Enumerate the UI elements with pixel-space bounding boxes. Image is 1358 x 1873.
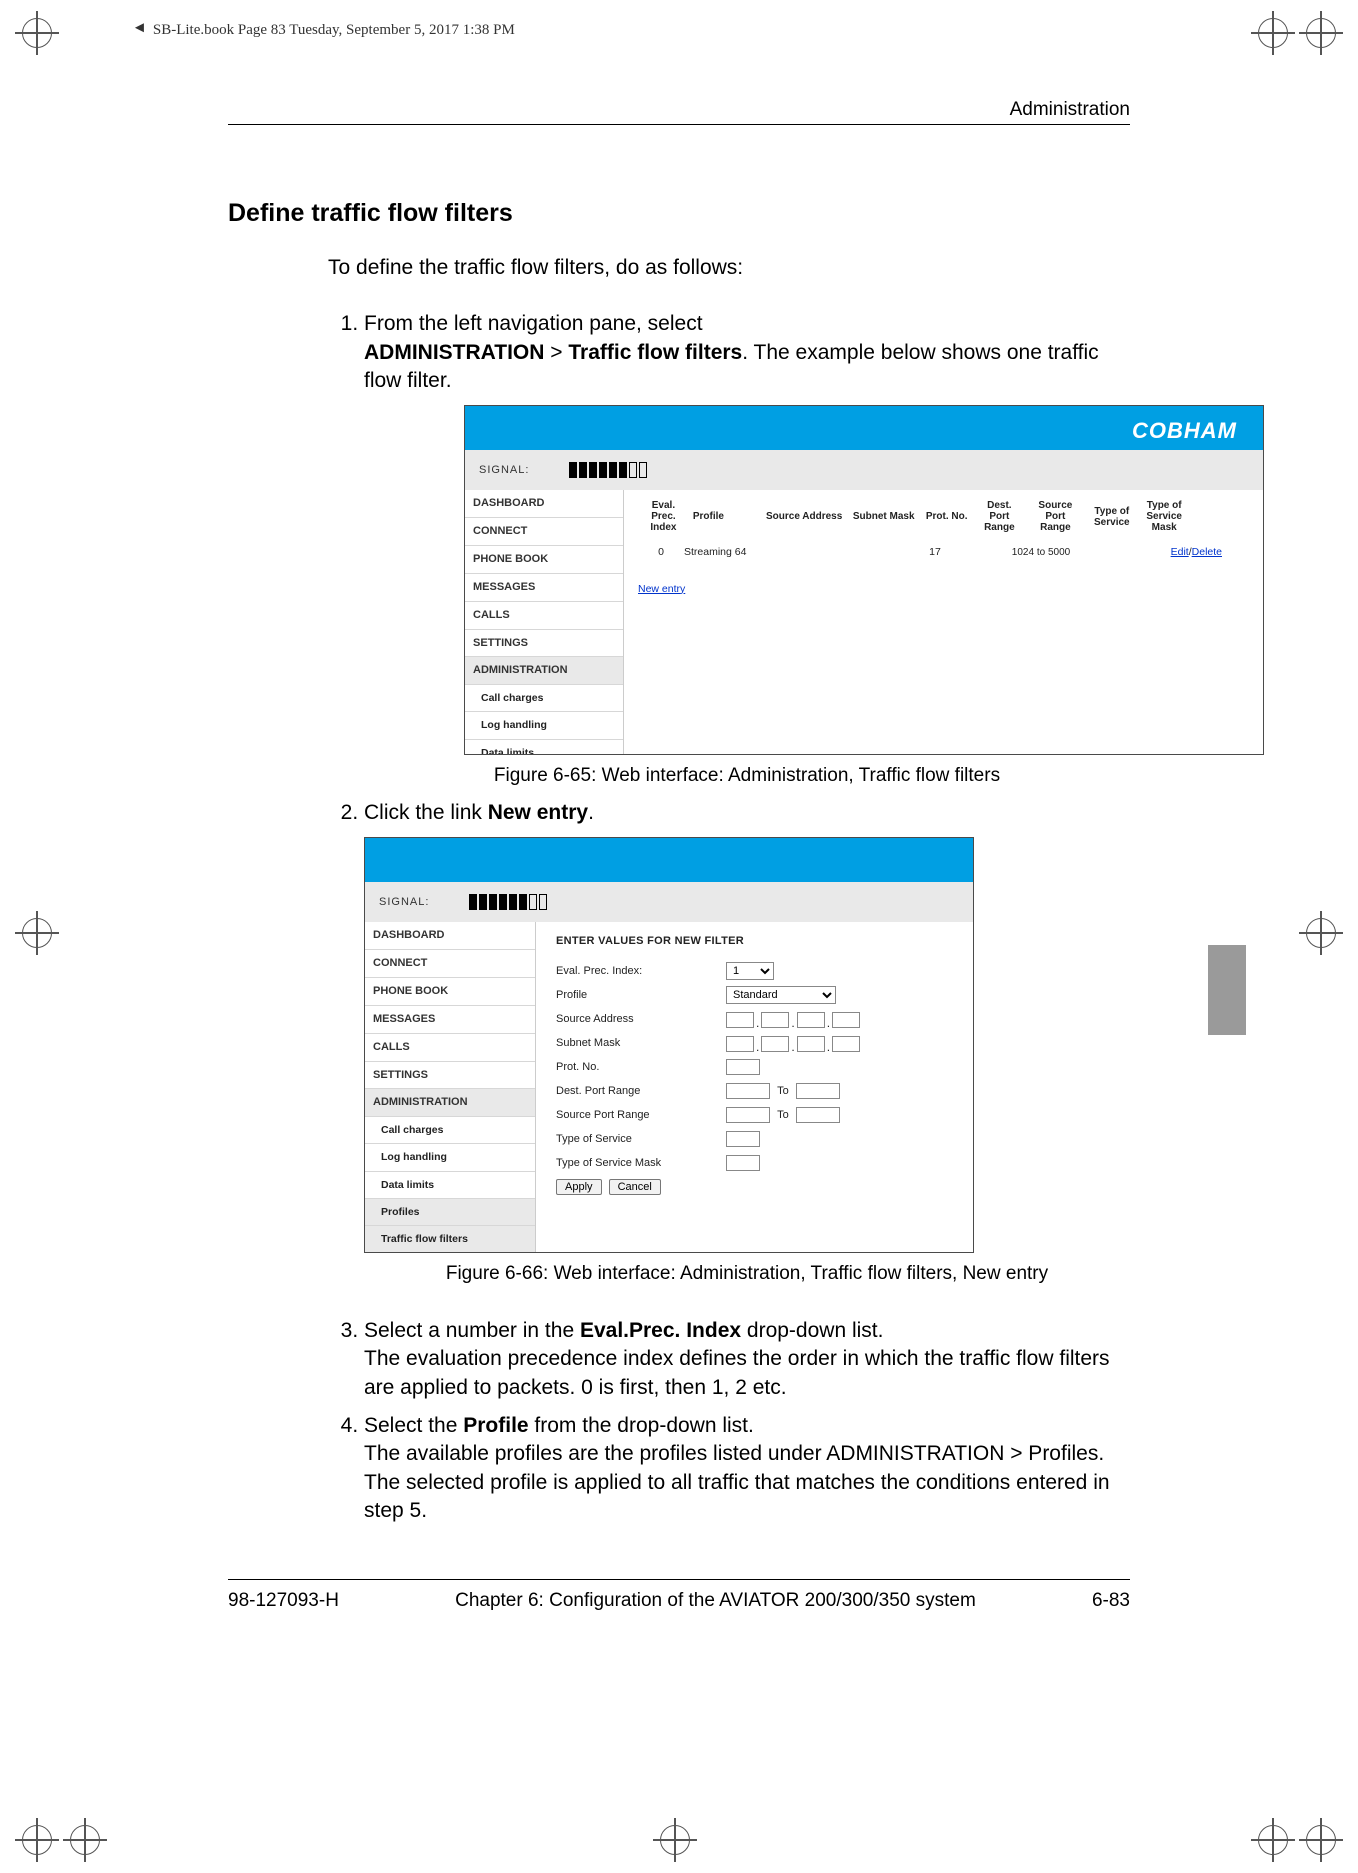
sport-from[interactable] bbox=[726, 1107, 770, 1123]
crop-mark-icon bbox=[22, 1825, 52, 1855]
signal-bars-icon bbox=[469, 894, 547, 910]
tos-input[interactable] bbox=[726, 1131, 760, 1147]
filters-table-row: 0 Streaming 64 17 1024 to 5000 E bbox=[638, 545, 1249, 559]
chapter-tab bbox=[1208, 945, 1246, 1035]
sport-to[interactable] bbox=[796, 1107, 840, 1123]
crop-mark-icon bbox=[1258, 1825, 1288, 1855]
crop-mark-icon bbox=[22, 918, 52, 948]
nav-log-handling[interactable]: Log handling bbox=[365, 1144, 535, 1171]
page-footer: 98-127093-H Chapter 6: Configuration of … bbox=[228, 1590, 1130, 1612]
nav-data-limits[interactable]: Data limits bbox=[465, 740, 623, 756]
prot-no-input[interactable] bbox=[726, 1059, 760, 1075]
nav-phone-book[interactable]: PHONE BOOK bbox=[365, 978, 535, 1006]
new-entry-link[interactable]: New entry bbox=[638, 582, 1249, 596]
label-source-address: Source Address bbox=[556, 1012, 726, 1027]
nav-dashboard[interactable]: DASHBOARD bbox=[465, 490, 623, 518]
nav-traffic-flow-filters[interactable]: Traffic flow filters bbox=[365, 1226, 535, 1253]
app-header-bar bbox=[365, 838, 973, 882]
signal-label: SIGNAL: bbox=[479, 463, 529, 478]
nav-settings[interactable]: SETTINGS bbox=[365, 1062, 535, 1090]
nav-profiles[interactable]: Profiles bbox=[365, 1199, 535, 1226]
figure-caption-1: Figure 6-65: Web interface: Administrati… bbox=[364, 763, 1130, 789]
profile-select[interactable]: Standard bbox=[726, 986, 836, 1004]
intro-text: To define the traffic flow filters, do a… bbox=[328, 254, 1130, 282]
footer-page-number: 6-83 bbox=[1092, 1590, 1130, 1612]
screenshot-traffic-flow-list: COBHAM SIGNAL: DASHBOARD CONNECT PHONE B… bbox=[464, 405, 1264, 755]
filters-table-header: Eval. Prec. Index Profile Source Address… bbox=[638, 498, 1249, 535]
signal-row: SIGNAL: bbox=[465, 450, 1263, 490]
crop-mark-icon bbox=[1306, 18, 1336, 48]
crop-mark-icon bbox=[660, 1825, 690, 1855]
mask-octet-1[interactable] bbox=[726, 1036, 754, 1052]
mask-octet-4[interactable] bbox=[832, 1036, 860, 1052]
nav-connect[interactable]: CONNECT bbox=[465, 518, 623, 546]
eval-prec-index-select[interactable]: 1 bbox=[726, 962, 774, 980]
crop-mark-icon bbox=[70, 1825, 100, 1855]
nav-data-limits[interactable]: Data limits bbox=[365, 1172, 535, 1199]
cancel-button[interactable]: Cancel bbox=[609, 1179, 661, 1195]
footer-rule bbox=[228, 1579, 1130, 1580]
step-1: From the left navigation pane, select AD… bbox=[364, 310, 1130, 789]
screenshot-new-entry-form: SIGNAL: DASHBOARD CONNECT PHONE BOOK MES… bbox=[364, 837, 974, 1253]
crop-mark-icon bbox=[1306, 918, 1336, 948]
crop-mark-icon bbox=[1306, 1825, 1336, 1855]
heading-define-filters: Define traffic flow filters bbox=[228, 199, 1130, 228]
nav-call-charges[interactable]: Call charges bbox=[365, 1117, 535, 1144]
nav-settings[interactable]: SETTINGS bbox=[465, 630, 623, 658]
label-source-port-range: Source Port Range bbox=[556, 1108, 726, 1123]
mask-octet-3[interactable] bbox=[797, 1036, 825, 1052]
nav-administration[interactable]: ADMINISTRATION bbox=[465, 657, 623, 685]
left-nav: DASHBOARD CONNECT PHONE BOOK MESSAGES CA… bbox=[365, 922, 536, 1253]
crop-mark-icon bbox=[1258, 18, 1288, 48]
app-header-bar: COBHAM bbox=[465, 406, 1263, 450]
label-tos: Type of Service bbox=[556, 1132, 726, 1147]
signal-row: SIGNAL: bbox=[365, 882, 973, 922]
src-octet-1[interactable] bbox=[726, 1012, 754, 1028]
label-tos-mask: Type of Service Mask bbox=[556, 1156, 726, 1171]
form-heading: ENTER VALUES FOR NEW FILTER bbox=[556, 934, 953, 949]
nav-connect[interactable]: CONNECT bbox=[365, 950, 535, 978]
nav-administration[interactable]: ADMINISTRATION bbox=[365, 1089, 535, 1117]
figure-caption-2: Figure 6-66: Web interface: Administrati… bbox=[364, 1261, 1130, 1287]
cobham-logo: COBHAM bbox=[1132, 416, 1237, 446]
tos-mask-input[interactable] bbox=[726, 1155, 760, 1171]
footer-chapter-title: Chapter 6: Configuration of the AVIATOR … bbox=[455, 1590, 976, 1612]
left-nav: DASHBOARD CONNECT PHONE BOOK MESSAGES CA… bbox=[465, 490, 624, 755]
delete-link[interactable]: Delete bbox=[1192, 546, 1222, 558]
nav-phone-book[interactable]: PHONE BOOK bbox=[465, 546, 623, 574]
nav-messages[interactable]: MESSAGES bbox=[365, 1006, 535, 1034]
label-prot-no: Prot. No. bbox=[556, 1060, 726, 1075]
label-dest-port-range: Dest. Port Range bbox=[556, 1084, 726, 1099]
nav-dashboard[interactable]: DASHBOARD bbox=[365, 922, 535, 950]
edit-link[interactable]: Edit bbox=[1171, 546, 1189, 558]
book-header: ◄SB-Lite.book Page 83 Tuesday, September… bbox=[132, 22, 515, 39]
procedure-list: From the left navigation pane, select AD… bbox=[328, 310, 1130, 1525]
mask-octet-2[interactable] bbox=[761, 1036, 789, 1052]
label-eval-index: Eval. Prec. Index: bbox=[556, 964, 726, 979]
nav-calls[interactable]: CALLS bbox=[365, 1034, 535, 1062]
signal-label: SIGNAL: bbox=[379, 895, 429, 910]
step-3: Select a number in the Eval.Prec. Index … bbox=[364, 1317, 1130, 1402]
footer-doc-number: 98-127093-H bbox=[228, 1590, 339, 1612]
src-octet-4[interactable] bbox=[832, 1012, 860, 1028]
step-4: Select the Profile from the drop-down li… bbox=[364, 1412, 1130, 1525]
label-subnet-mask: Subnet Mask bbox=[556, 1036, 726, 1051]
nav-call-charges[interactable]: Call charges bbox=[465, 685, 623, 712]
dport-to[interactable] bbox=[796, 1083, 840, 1099]
dport-from[interactable] bbox=[726, 1083, 770, 1099]
signal-bars-icon bbox=[569, 462, 647, 478]
src-octet-2[interactable] bbox=[761, 1012, 789, 1028]
header-rule: Administration bbox=[228, 124, 1130, 125]
label-profile: Profile bbox=[556, 988, 726, 1003]
nav-messages[interactable]: MESSAGES bbox=[465, 574, 623, 602]
running-head: Administration bbox=[1010, 99, 1130, 121]
src-octet-3[interactable] bbox=[797, 1012, 825, 1028]
nav-calls[interactable]: CALLS bbox=[465, 602, 623, 630]
crop-mark-icon bbox=[22, 18, 52, 48]
step-2: Click the link New entry. SIGNAL: DASHBO… bbox=[364, 799, 1130, 1287]
apply-button[interactable]: Apply bbox=[556, 1179, 602, 1195]
nav-log-handling[interactable]: Log handling bbox=[465, 712, 623, 739]
